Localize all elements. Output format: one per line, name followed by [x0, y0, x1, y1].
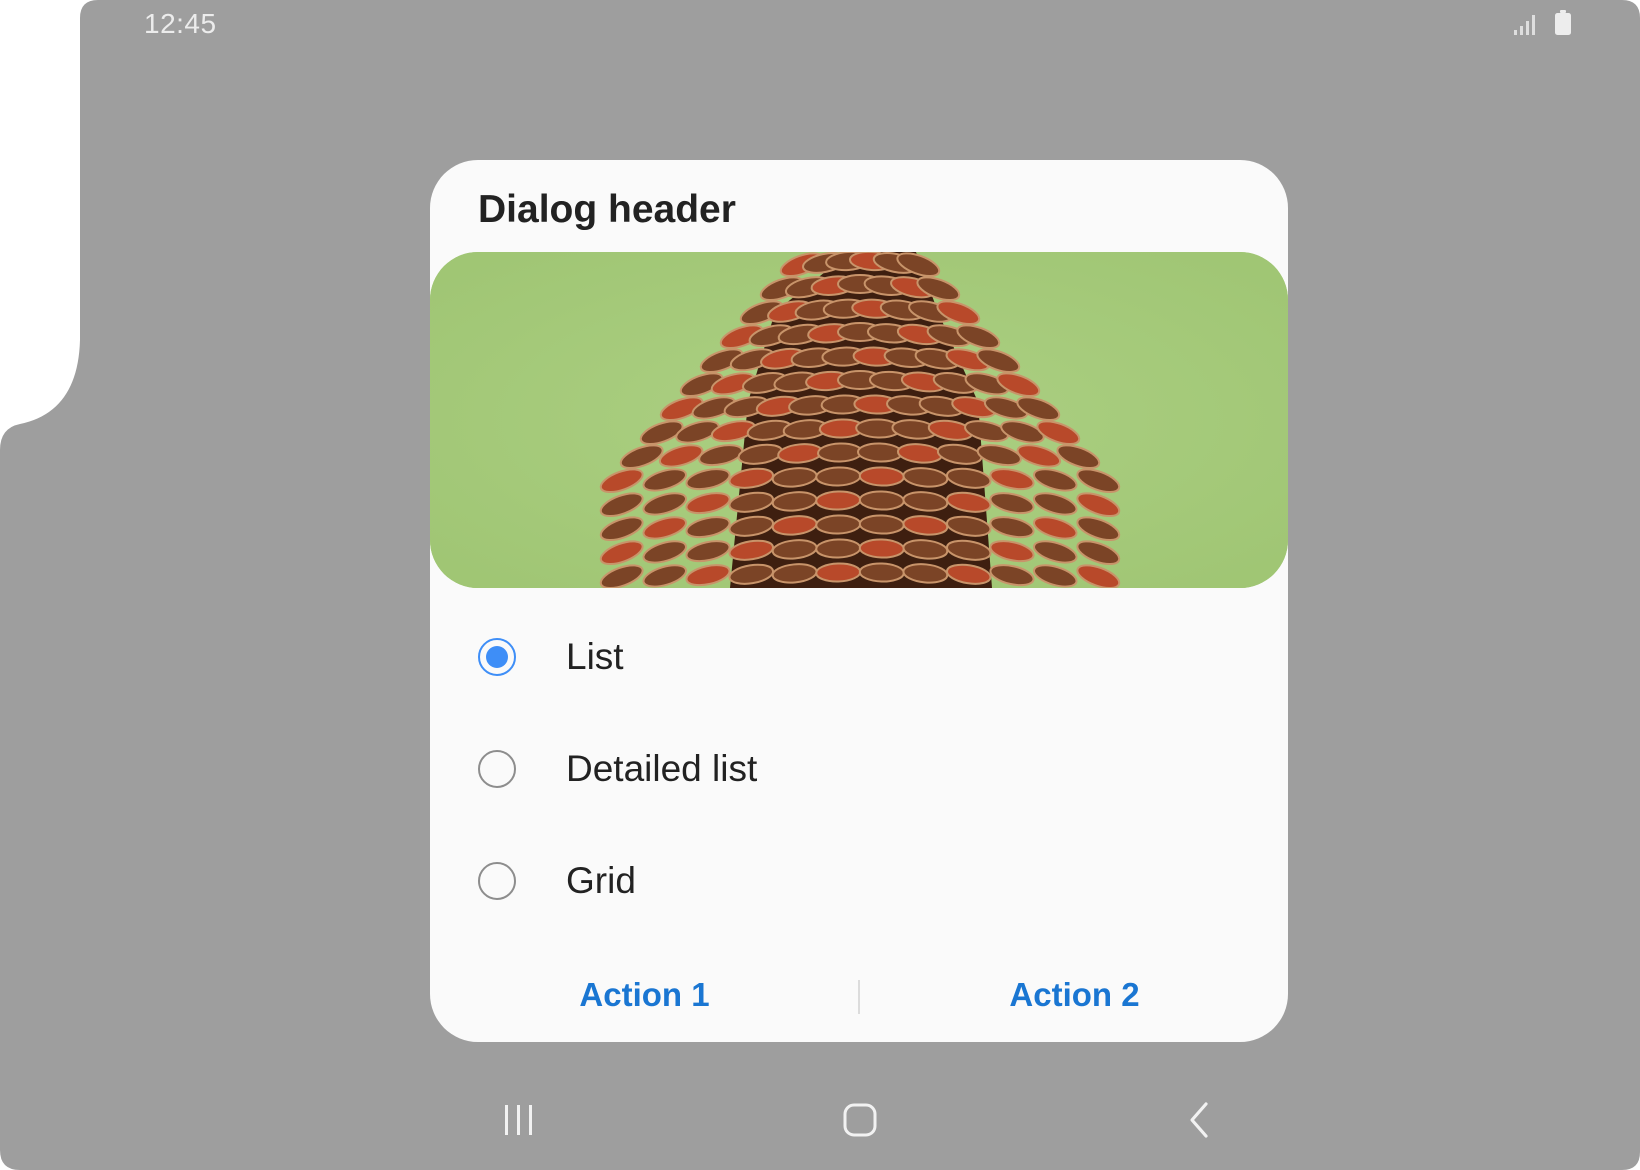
status-time: 12:45 [144, 8, 217, 39]
pine-cone-scale [858, 466, 905, 487]
pine-cone-scale [815, 562, 862, 583]
battery-icon [1555, 10, 1571, 35]
option-label-detailed-list: Detailed list [566, 748, 758, 789]
recents-icon[interactable] [479, 1080, 559, 1160]
device-screen: 12:45 Dialog header List Detailed list G… [0, 0, 1640, 1170]
dialog: Dialog header List Detailed list Grid Ac… [430, 160, 1288, 1042]
pine-cone-scale [815, 490, 862, 511]
option-detailed-list[interactable]: Detailed list [430, 714, 1288, 824]
pine-cone-image [430, 252, 1288, 588]
signal-icon [1514, 15, 1535, 35]
radio-detailed-list[interactable] [478, 750, 516, 788]
option-grid[interactable]: Grid [430, 826, 1288, 936]
pine-cone-scale [817, 442, 864, 463]
pine-cone-scale [858, 490, 905, 511]
pine-cone-scale [815, 466, 862, 487]
pine-cone-scale [815, 514, 862, 535]
status-icons [1512, 10, 1572, 36]
back-icon[interactable] [1160, 1080, 1240, 1160]
pine-cone-scale [815, 538, 862, 559]
action-1-button[interactable]: Action 1 [430, 960, 859, 1030]
pine-cone-scale [858, 538, 905, 559]
pine-cone-scale [858, 514, 905, 535]
pine-cone-scale [856, 442, 903, 463]
navigation-bar [0, 1080, 1640, 1160]
radio-grid[interactable] [478, 862, 516, 900]
dialog-title: Dialog header [478, 188, 736, 231]
option-list[interactable]: List [430, 602, 1288, 712]
radio-list[interactable] [478, 638, 516, 676]
option-label-grid: Grid [566, 860, 636, 901]
pine-cone-illustration [430, 252, 1288, 588]
option-label-list: List [566, 636, 624, 677]
action-2-button[interactable]: Action 2 [860, 960, 1288, 1030]
dialog-actions: Action 1 Action 2 [430, 960, 1288, 1030]
home-icon[interactable] [820, 1080, 900, 1160]
pine-cone-scale [858, 562, 905, 583]
